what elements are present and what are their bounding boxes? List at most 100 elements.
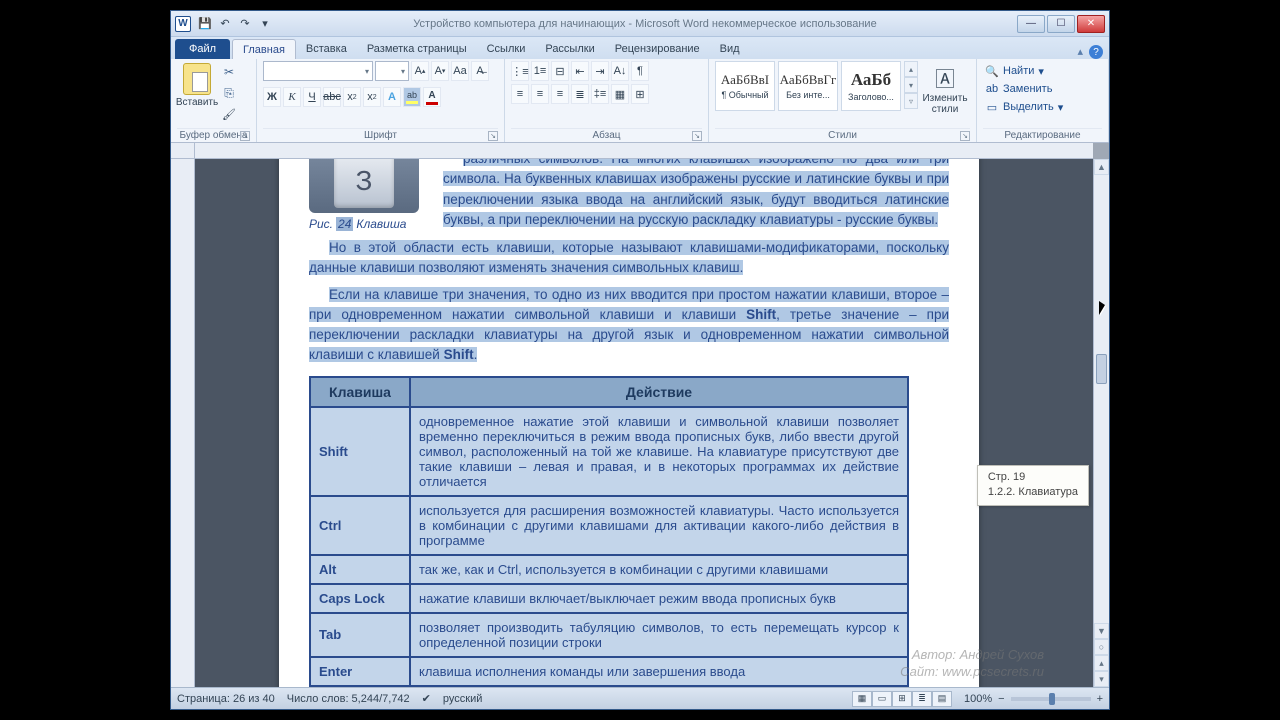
view-outline-button[interactable]: ≣ (912, 691, 932, 707)
scroll-down-icon[interactable]: ▼ (1094, 623, 1109, 639)
font-color-button[interactable]: A (423, 87, 441, 107)
shrink-font-button[interactable]: A▾ (431, 61, 449, 81)
launcher-icon[interactable]: ↘ (960, 131, 970, 141)
tab-home[interactable]: Главная (232, 39, 296, 59)
paste-button[interactable]: Вставить (177, 61, 217, 108)
tab-review[interactable]: Рецензирование (605, 39, 710, 59)
horizontal-ruler[interactable] (195, 143, 1093, 159)
launcher-icon[interactable]: ↘ (488, 131, 498, 141)
status-words[interactable]: Число слов: 5,244/7,742 (287, 693, 410, 705)
table-row[interactable]: Ctrlиспользуется для расширения возможно… (310, 496, 908, 555)
table-row[interactable]: Shiftодновременное нажатие этой клавиши … (310, 407, 908, 496)
line-spacing-button[interactable]: ‡≡ (591, 84, 609, 104)
scroll-thumb[interactable] (1096, 354, 1107, 384)
close-button[interactable]: ✕ (1077, 15, 1105, 33)
scroll-up-icon[interactable]: ▲ (1094, 159, 1109, 175)
underline-button[interactable]: Ч (303, 87, 321, 107)
group-label-editing: Редактирование (983, 128, 1102, 142)
prev-page-icon[interactable]: ▴ (1094, 655, 1109, 671)
view-print-button[interactable]: ▦ (852, 691, 872, 707)
paragraph[interactable]: Если на клавише три значения, то одно из… (309, 285, 949, 366)
status-proofing-icon[interactable]: ✔ (422, 692, 431, 705)
launcher-icon[interactable]: ↘ (692, 131, 702, 141)
group-label-styles: Стили↘ (715, 128, 970, 142)
multilevel-button[interactable]: ⊟ (551, 61, 569, 81)
grow-font-button[interactable]: A▴ (411, 61, 429, 81)
borders-button[interactable]: ⊞ (631, 84, 649, 104)
subscript-button[interactable]: x2 (343, 87, 361, 107)
save-icon[interactable]: 💾 (197, 16, 213, 32)
find-button[interactable]: 🔍Найти ▾ (983, 63, 1065, 79)
text-effects-button[interactable]: A (383, 87, 401, 107)
tab-view[interactable]: Вид (710, 39, 750, 59)
page[interactable]: З Рис. 24 Клавиша различных символов. На… (279, 159, 979, 687)
view-draft-button[interactable]: ▤ (932, 691, 952, 707)
align-left-button[interactable]: ≡ (511, 84, 529, 104)
replace-button[interactable]: abЗаменить (983, 81, 1065, 97)
document-canvas[interactable]: З Рис. 24 Клавиша различных символов. На… (195, 159, 1093, 687)
tab-file[interactable]: Файл (175, 39, 230, 59)
superscript-button[interactable]: x2 (363, 87, 381, 107)
scroll-track[interactable] (1094, 175, 1109, 623)
zoom-knob[interactable] (1049, 693, 1055, 705)
minimize-ribbon-icon[interactable]: ▴ (1077, 45, 1083, 59)
align-center-button[interactable]: ≡ (531, 84, 549, 104)
strikethrough-button[interactable]: abc (323, 87, 341, 107)
undo-icon[interactable]: ↶ (217, 16, 233, 32)
change-case-button[interactable]: Aa (451, 61, 469, 81)
align-right-button[interactable]: ≡ (551, 84, 569, 104)
status-page[interactable]: Страница: 26 из 40 (177, 693, 275, 705)
bullets-button[interactable]: ⋮≡ (511, 61, 529, 81)
zoom-in-button[interactable]: + (1097, 693, 1103, 705)
help-icon[interactable]: ? (1089, 45, 1103, 59)
italic-button[interactable]: К (283, 87, 301, 107)
paragraph[interactable]: Но в этой области есть клавиши, которые … (309, 238, 949, 279)
key-image: З (309, 159, 419, 213)
highlight-button[interactable]: ab (403, 87, 421, 107)
maximize-button[interactable]: ☐ (1047, 15, 1075, 33)
view-web-button[interactable]: ⊞ (892, 691, 912, 707)
indent-decrease-button[interactable]: ⇤ (571, 61, 589, 81)
table-header-row: Клавиша Действие (310, 377, 908, 407)
vertical-scrollbar[interactable]: ▲ ▼ ○ ▴ ▾ (1093, 159, 1109, 687)
numbering-button[interactable]: 1≡ (531, 61, 549, 81)
cut-button[interactable] (220, 63, 238, 81)
indent-increase-button[interactable]: ⇥ (591, 61, 609, 81)
minimize-button[interactable]: — (1017, 15, 1045, 33)
bold-button[interactable]: Ж (263, 87, 281, 107)
table-row[interactable]: Altтак же, как и Ctrl, используется в ко… (310, 555, 908, 584)
font-name-combo[interactable]: ▾ (263, 61, 373, 81)
style-nospacing[interactable]: АаБбВвГгБез инте... (778, 61, 838, 111)
qat-menu-icon[interactable]: ▾ (257, 16, 273, 32)
change-styles-button[interactable]: 🄰 Изменить стили (921, 61, 969, 115)
redo-icon[interactable]: ↷ (237, 16, 253, 32)
table-row[interactable]: Tabпозволяет производить табуляцию симво… (310, 613, 908, 657)
tab-references[interactable]: Ссылки (477, 39, 536, 59)
zoom-slider[interactable] (1011, 697, 1091, 701)
next-page-icon[interactable]: ▾ (1094, 671, 1109, 687)
status-language[interactable]: русский (443, 693, 482, 705)
vertical-ruler[interactable] (171, 159, 195, 687)
clear-formatting-button[interactable]: A̶ (471, 61, 489, 81)
shading-button[interactable]: ▦ (611, 84, 629, 104)
format-painter-button[interactable] (220, 105, 238, 123)
zoom-out-button[interactable]: − (998, 693, 1004, 705)
tab-mailings[interactable]: Рассылки (535, 39, 604, 59)
browse-object-icon[interactable]: ○ (1094, 639, 1109, 655)
view-read-button[interactable]: ▭ (872, 691, 892, 707)
style-heading[interactable]: АаБбЗаголово... (841, 61, 901, 111)
launcher-icon[interactable]: ↘ (240, 131, 250, 141)
sort-button[interactable]: A↓ (611, 61, 629, 81)
zoom-value[interactable]: 100% (964, 693, 992, 705)
tab-insert[interactable]: Вставка (296, 39, 357, 59)
copy-button[interactable] (220, 84, 238, 102)
select-button[interactable]: ▭Выделить ▾ (983, 99, 1065, 115)
show-marks-button[interactable]: ¶ (631, 61, 649, 81)
font-size-combo[interactable]: ▾ (375, 61, 409, 81)
style-normal[interactable]: АаБбВвІ¶ Обычный (715, 61, 775, 111)
styles-scroll[interactable]: ▴▾▿ (904, 61, 918, 109)
table-row[interactable]: Enterклавиша исполнения команды или заве… (310, 657, 908, 686)
justify-button[interactable]: ≣ (571, 84, 589, 104)
tab-layout[interactable]: Разметка страницы (357, 39, 477, 59)
table-row[interactable]: Caps Lockнажатие клавиши включает/выключ… (310, 584, 908, 613)
